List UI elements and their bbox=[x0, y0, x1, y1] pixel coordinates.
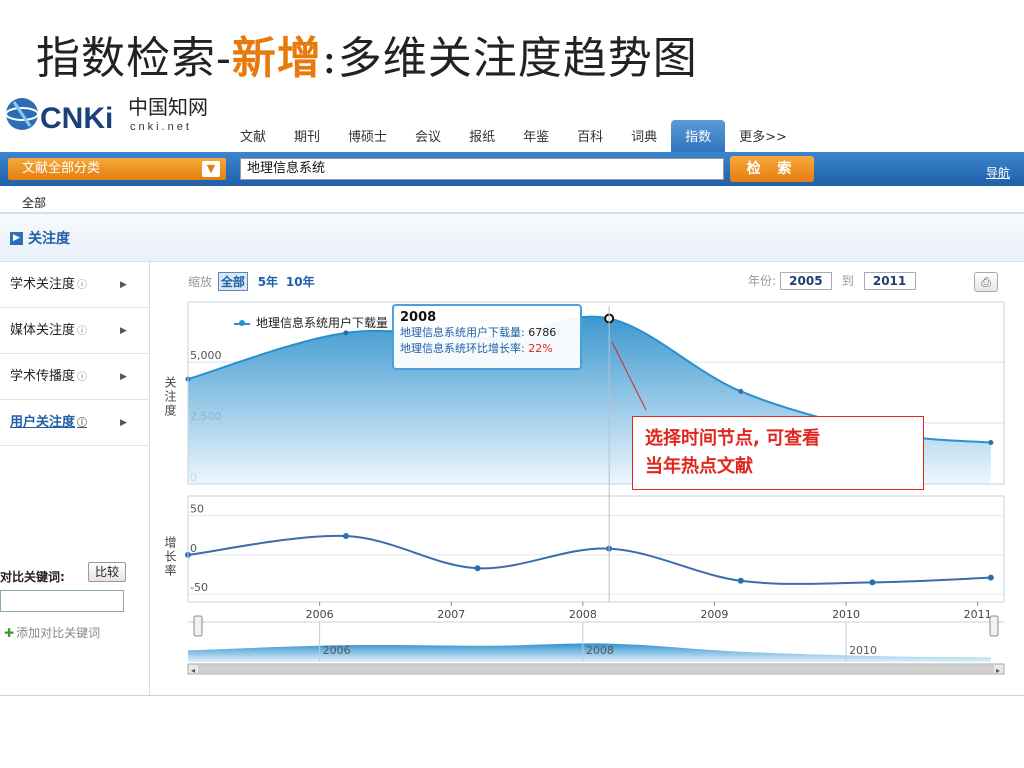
legend-marker bbox=[234, 319, 250, 326]
data-point[interactable] bbox=[738, 388, 744, 394]
tooltip-line: 地理信息系统环比增长率: 22% bbox=[400, 342, 553, 355]
data-point[interactable] bbox=[343, 330, 349, 336]
scrollbar-thumb[interactable] bbox=[198, 665, 994, 673]
y-axis-label: 关注度 bbox=[163, 376, 177, 418]
annotation-callout: 选择时间节点, 可查看 当年热点文献 bbox=[632, 416, 924, 490]
growth-data-point[interactable] bbox=[342, 533, 349, 540]
navigator-handle-left[interactable] bbox=[193, 615, 203, 637]
slide-title: 指数检索-新增:多维关注度趋势图 bbox=[36, 33, 698, 84]
growth-series-line bbox=[187, 534, 991, 585]
growth-data-point[interactable] bbox=[474, 565, 481, 572]
chart-legend[interactable]: 地理信息系统用户下载量 bbox=[234, 314, 388, 331]
y-tick-label: -50 bbox=[190, 581, 208, 594]
y-tick-label: 5,000 bbox=[190, 349, 222, 362]
navigator-label: 2008 bbox=[586, 644, 614, 657]
scroll-left-icon[interactable]: ◂ bbox=[191, 666, 195, 675]
x-tick-label: 2009 bbox=[700, 608, 728, 621]
y-tick-label: 50 bbox=[190, 503, 204, 516]
x-tick-label: 2007 bbox=[437, 608, 465, 621]
data-point[interactable] bbox=[988, 440, 994, 446]
tooltip-year: 2008 bbox=[400, 310, 437, 325]
navigator-label: 2006 bbox=[323, 644, 351, 657]
trend-chart[interactable]: 02,5005,000 -50050 200620072008200920102… bbox=[0, 86, 1024, 696]
tooltip-line: 地理信息系统用户下载量: 6786 bbox=[400, 326, 557, 339]
navigator-handle-right[interactable] bbox=[989, 615, 999, 637]
x-tick-label: 2010 bbox=[832, 608, 860, 621]
scroll-right-icon[interactable]: ▸ bbox=[996, 666, 1000, 675]
x-tick-label: 2006 bbox=[306, 608, 334, 621]
chart-tooltip: 2008 地理信息系统用户下载量: 6786 地理信息系统环比增长率: 22% bbox=[392, 304, 582, 370]
y-axis-label: 增长率 bbox=[163, 536, 177, 578]
x-tick-label: 2011 bbox=[964, 608, 992, 621]
growth-data-point[interactable] bbox=[987, 574, 994, 581]
growth-data-point[interactable] bbox=[869, 579, 876, 586]
legend-label: 地理信息系统用户下载量 bbox=[256, 316, 389, 330]
x-tick-label: 2008 bbox=[569, 608, 597, 621]
screenshot-frame: CNKi 中国知网 cnki.net 文献 期刊 博硕士 会议 报纸 年鉴 百科 词典 指数 更多… bbox=[0, 86, 1024, 696]
navigator-label: 2010 bbox=[849, 644, 877, 657]
growth-data-point[interactable] bbox=[737, 577, 744, 584]
